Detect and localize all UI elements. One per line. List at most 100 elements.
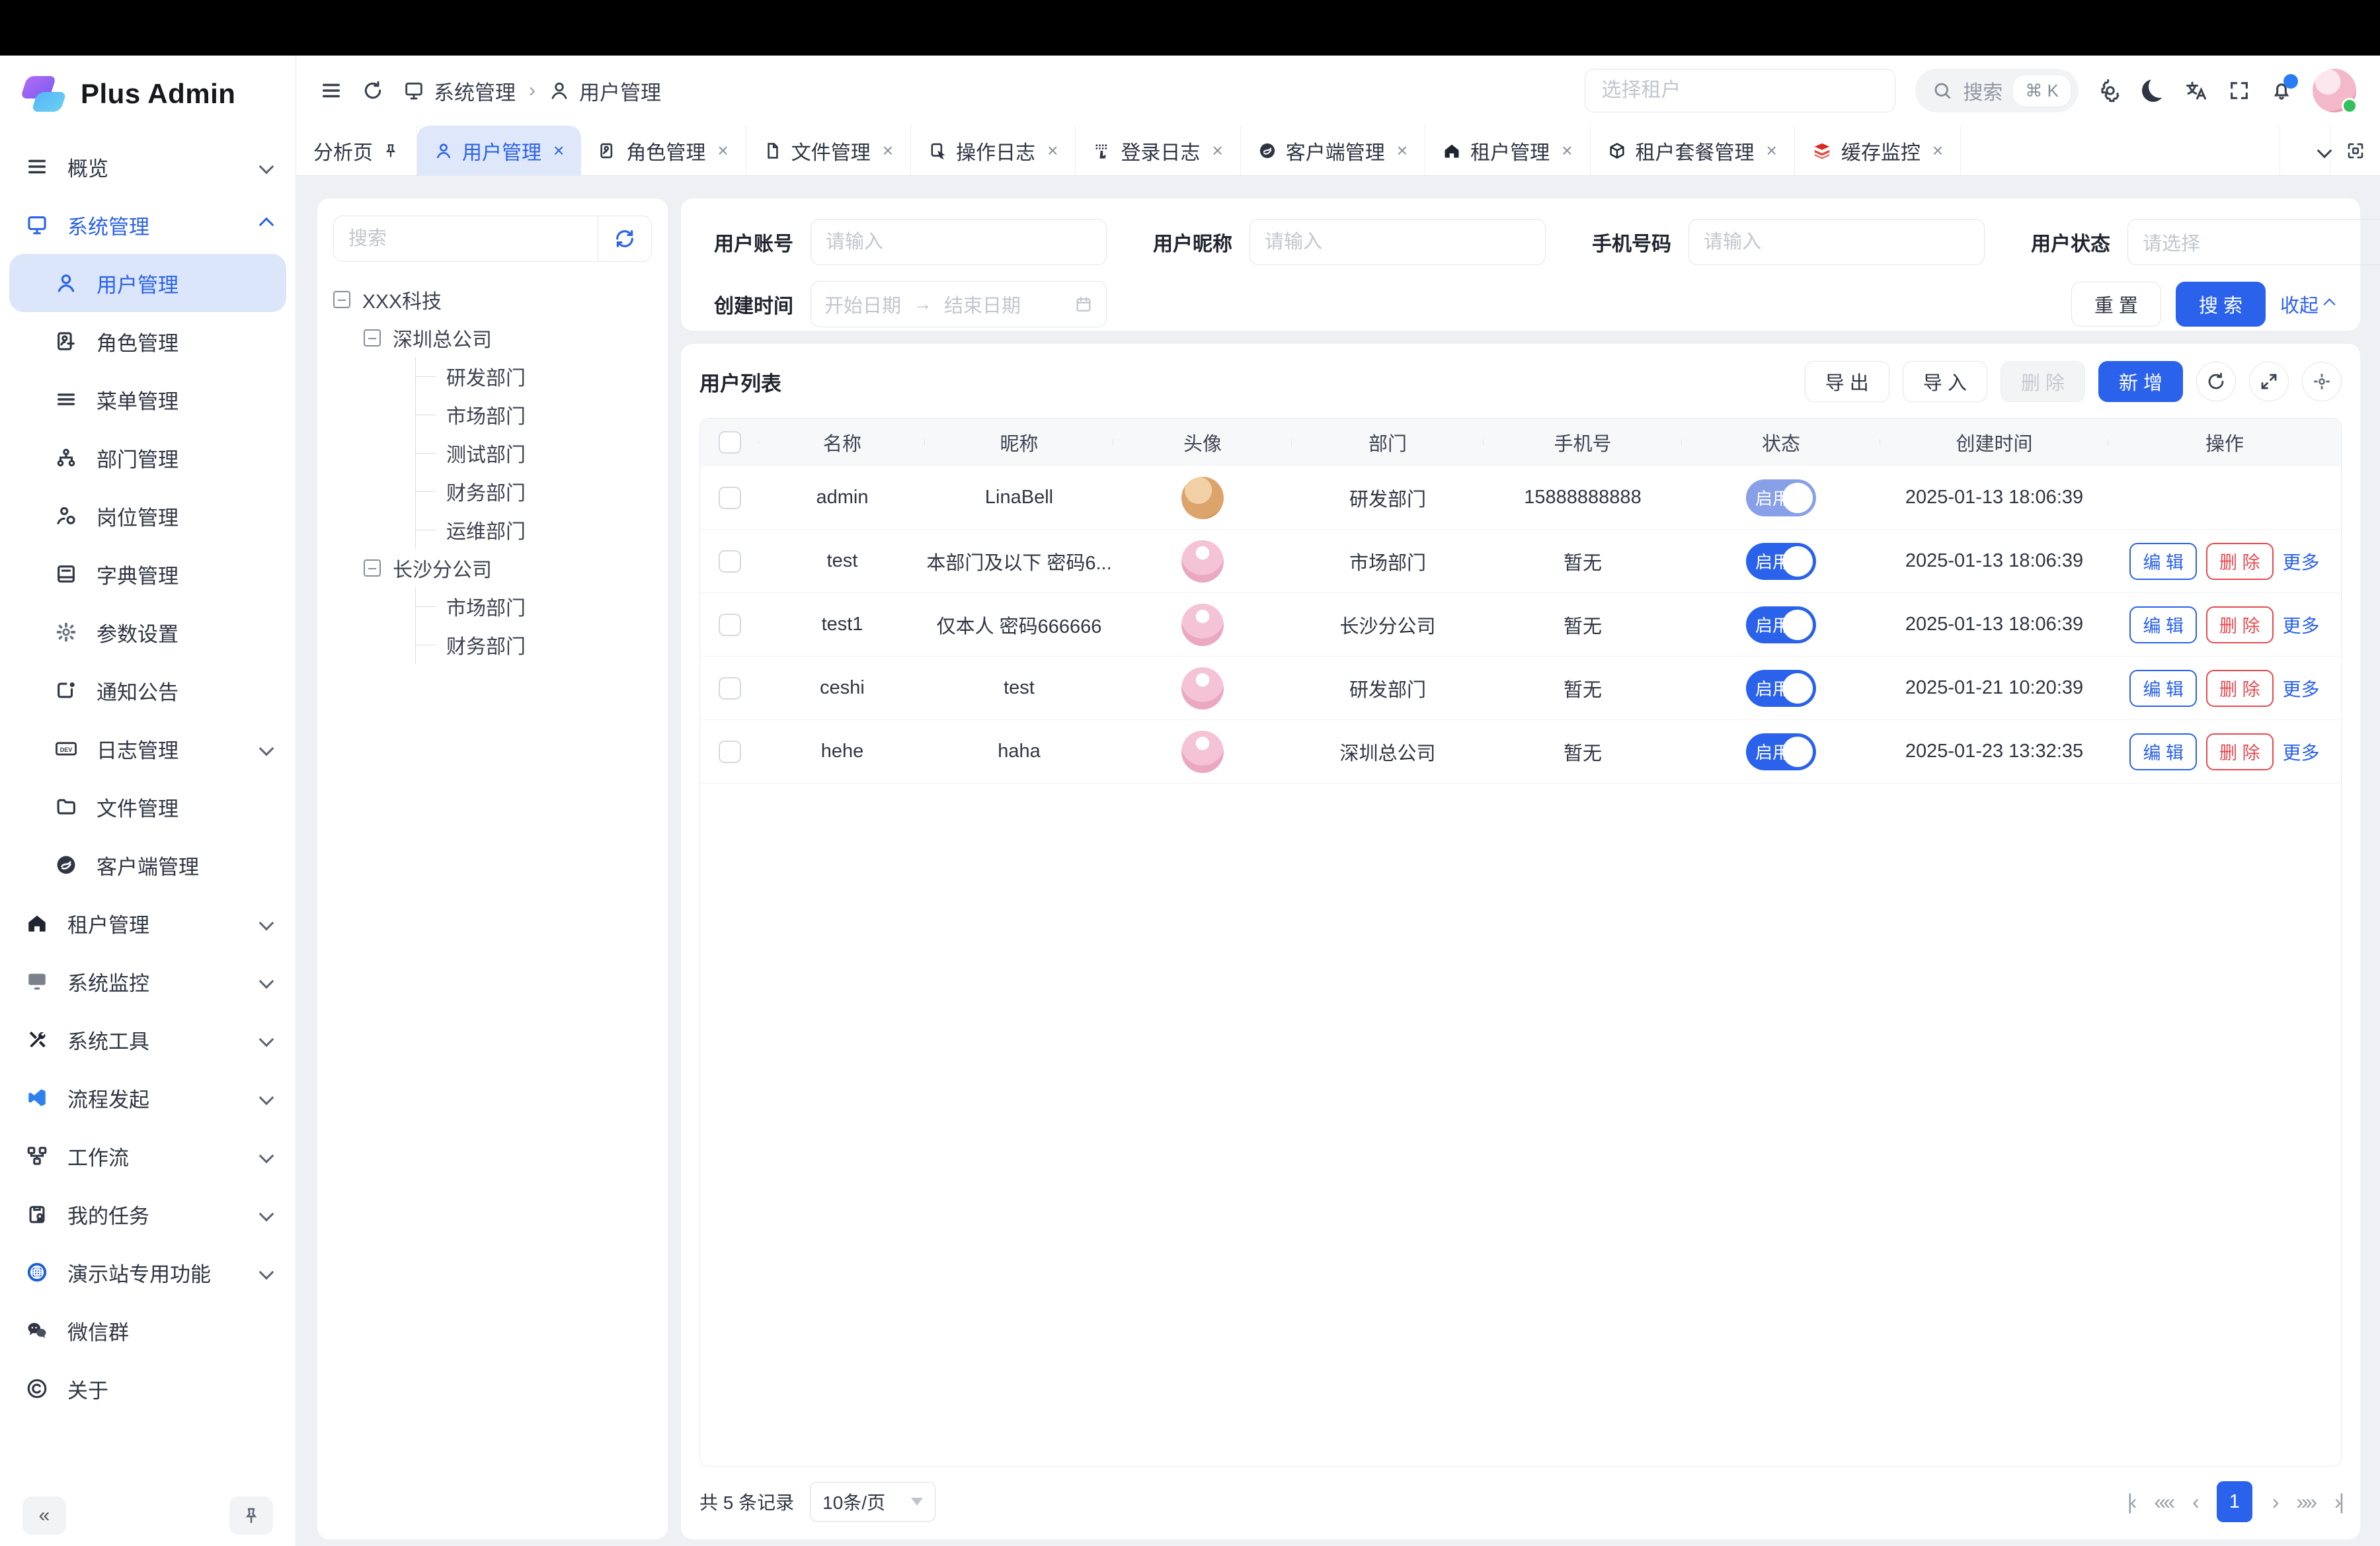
- fast-next-button[interactable]: »»: [2296, 1490, 2315, 1514]
- tab-client-management[interactable]: 客户端管理 ×: [1241, 126, 1425, 175]
- row-checkbox[interactable]: [719, 550, 741, 573]
- column-header[interactable]: 名称: [760, 428, 925, 456]
- user-account-input[interactable]: [811, 219, 1107, 265]
- notifications-bell-icon[interactable]: [2270, 79, 2293, 102]
- tree-leaf[interactable]: 财务部门: [416, 472, 652, 510]
- table-fullscreen-button[interactable]: [2249, 362, 2289, 401]
- user-avatar[interactable]: [2313, 69, 2356, 112]
- user-status-select[interactable]: 请选择: [2127, 219, 2380, 265]
- tab-list-chevron-icon[interactable]: [2280, 126, 2330, 175]
- tenant-select-input[interactable]: [1585, 69, 1895, 112]
- sidebar-item-about[interactable]: 关于: [9, 1360, 286, 1418]
- export-button[interactable]: 导 出: [1805, 361, 1889, 402]
- sidebar-item-my-tasks[interactable]: 我的任务: [9, 1185, 286, 1243]
- edit-button[interactable]: 编 辑: [2129, 543, 2197, 580]
- search-button[interactable]: 搜 索: [2176, 282, 2266, 327]
- edit-button[interactable]: 编 辑: [2129, 733, 2197, 770]
- tab-user-management[interactable]: 用户管理 ×: [417, 126, 581, 175]
- sidebar-item-file-management[interactable]: 文件管理: [9, 778, 286, 836]
- close-icon[interactable]: ×: [1397, 140, 1408, 161]
- sidebar-item-tenant-management[interactable]: 租户管理: [9, 894, 286, 952]
- tree-leaf[interactable]: 研发部门: [416, 357, 652, 395]
- close-icon[interactable]: ×: [1932, 140, 1943, 161]
- close-icon[interactable]: ×: [717, 140, 728, 161]
- tree-leaf[interactable]: 测试部门: [416, 434, 652, 472]
- tree-leaf[interactable]: 运维部门: [416, 510, 652, 549]
- sidebar-item-demo-features[interactable]: 演示站专用功能: [9, 1243, 286, 1301]
- translate-icon[interactable]: [2184, 79, 2208, 102]
- status-toggle[interactable]: 启用: [1746, 479, 1816, 516]
- column-header[interactable]: 头像: [1113, 428, 1292, 456]
- delete-row-button[interactable]: 删 除: [2206, 733, 2274, 770]
- tree-leaf[interactable]: 市场部门: [416, 395, 652, 434]
- close-icon[interactable]: ×: [1562, 140, 1572, 161]
- pin-icon[interactable]: [382, 142, 399, 159]
- row-checkbox[interactable]: [719, 487, 741, 509]
- tab-login-log[interactable]: 登录日志 ×: [1076, 126, 1240, 175]
- more-button[interactable]: 更多: [2283, 739, 2320, 765]
- column-header[interactable]: 操作: [2108, 428, 2341, 456]
- add-button[interactable]: 新 增: [2098, 361, 2183, 402]
- tree-search-input[interactable]: [334, 216, 598, 261]
- delete-row-button[interactable]: 删 除: [2206, 606, 2274, 643]
- page-size-select[interactable]: 10条/页: [810, 1482, 935, 1522]
- breadcrumb-section[interactable]: 系统管理: [434, 76, 516, 106]
- fullscreen-icon[interactable]: [2228, 79, 2250, 102]
- sidebar-item-workflow[interactable]: 工作流: [9, 1127, 286, 1185]
- hamburger-menu-icon[interactable]: [320, 79, 342, 102]
- close-icon[interactable]: ×: [1212, 140, 1222, 161]
- first-page-button[interactable]: |‹: [2127, 1490, 2135, 1514]
- global-search-button[interactable]: 搜索 ⌘ K: [1915, 69, 2079, 112]
- tree-node-company[interactable]: 深圳总公司: [364, 319, 652, 357]
- sidebar-item-client-management[interactable]: 客户端管理: [9, 836, 286, 894]
- row-checkbox[interactable]: [719, 677, 741, 700]
- sidebar-item-system-monitor[interactable]: 系统监控: [9, 952, 286, 1010]
- collapse-filter-link[interactable]: 收起: [2280, 290, 2334, 318]
- status-toggle[interactable]: 启用: [1746, 606, 1816, 643]
- more-button[interactable]: 更多: [2283, 612, 2320, 638]
- table-settings-button[interactable]: [2302, 362, 2342, 401]
- delete-button[interactable]: 删 除: [2001, 361, 2085, 402]
- status-toggle[interactable]: 启用: [1746, 543, 1816, 580]
- sidebar-item-log-management[interactable]: DEV 日志管理: [9, 719, 286, 778]
- close-icon[interactable]: ×: [1766, 140, 1777, 161]
- status-toggle[interactable]: 启用: [1746, 670, 1816, 707]
- current-page-button[interactable]: 1: [2217, 1481, 2252, 1522]
- collapse-node-icon[interactable]: [364, 559, 381, 577]
- collapse-node-icon[interactable]: [333, 291, 350, 308]
- column-header[interactable]: 状态: [1682, 428, 1880, 456]
- tree-leaf[interactable]: 财务部门: [416, 626, 652, 664]
- user-nickname-input[interactable]: [1250, 219, 1546, 265]
- sidebar-item-dict-management[interactable]: 字典管理: [9, 545, 286, 603]
- close-icon[interactable]: ×: [553, 140, 564, 161]
- sidebar-pin-button[interactable]: [229, 1496, 273, 1535]
- sidebar-item-post-management[interactable]: 岗位管理: [9, 487, 286, 545]
- fast-prev-button[interactable]: ««: [2155, 1490, 2173, 1514]
- sidebar-item-overview[interactable]: 概览: [9, 138, 286, 196]
- sidebar-item-notice[interactable]: 通知公告: [9, 661, 286, 719]
- sidebar-item-wechat-group[interactable]: 微信群: [9, 1301, 286, 1360]
- edit-button[interactable]: 编 辑: [2129, 670, 2197, 707]
- tab-tenant-management[interactable]: 租户管理 ×: [1425, 126, 1590, 175]
- more-button[interactable]: 更多: [2283, 675, 2320, 702]
- tab-file-management[interactable]: 文件管理 ×: [746, 126, 911, 175]
- sidebar-item-dept-management[interactable]: 部门管理: [9, 428, 286, 487]
- last-page-button[interactable]: ›|: [2334, 1490, 2342, 1514]
- tab-tenant-package[interactable]: 租户套餐管理 ×: [1591, 126, 1795, 175]
- settings-gear-icon[interactable]: [2098, 79, 2122, 102]
- column-header[interactable]: 部门: [1292, 428, 1484, 456]
- refresh-icon[interactable]: [362, 80, 383, 101]
- sidebar-item-process-start[interactable]: 流程发起: [9, 1069, 286, 1127]
- tab-operation-log[interactable]: 操作日志 ×: [911, 126, 1076, 175]
- row-checkbox[interactable]: [719, 741, 741, 763]
- delete-row-button[interactable]: 删 除: [2206, 670, 2274, 707]
- column-header[interactable]: 创建时间: [1880, 428, 2108, 456]
- next-page-button[interactable]: ›: [2272, 1490, 2277, 1514]
- sidebar-item-param-settings[interactable]: 参数设置: [9, 603, 286, 661]
- import-button[interactable]: 导 入: [1903, 361, 1987, 402]
- phone-input[interactable]: [1688, 219, 1985, 265]
- reset-button[interactable]: 重 置: [2071, 282, 2161, 327]
- tab-role-management[interactable]: 角色管理 ×: [581, 126, 746, 175]
- close-icon[interactable]: ×: [1047, 140, 1058, 161]
- tree-node-root[interactable]: XXX科技: [333, 280, 652, 319]
